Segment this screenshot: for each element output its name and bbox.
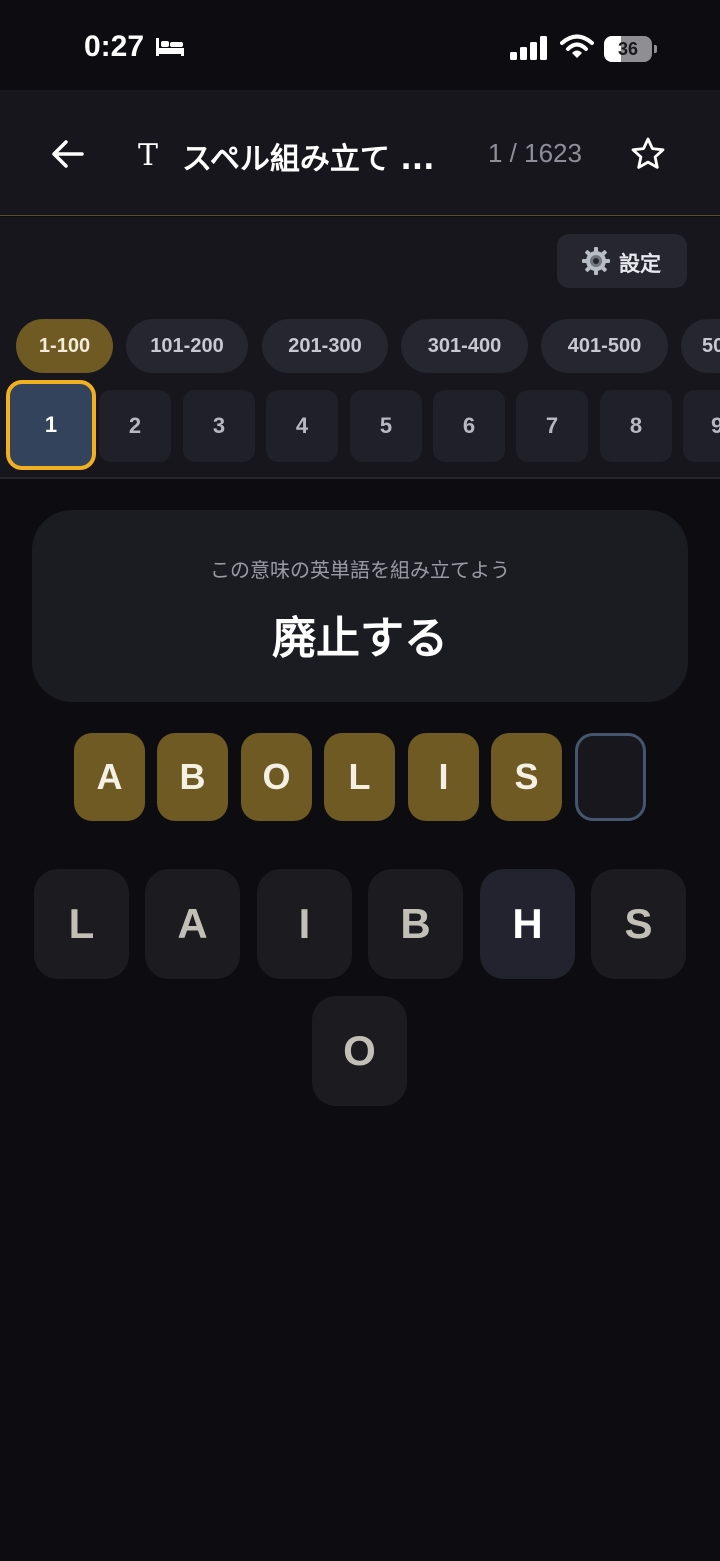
number-chip-2[interactable]: 2 — [99, 390, 171, 462]
prompt-instruction: この意味の英単語を組み立てよう — [210, 558, 510, 582]
text-mode-icon: T — [138, 138, 159, 173]
number-chip-6[interactable]: 6 — [433, 390, 505, 462]
prompt-card: この意味の英単語を組み立てよう 廃止する — [32, 510, 688, 702]
range-chip-501-600[interactable]: 501-600 — [681, 319, 720, 373]
answer-slot-6[interactable]: S — [491, 733, 562, 821]
range-selector: 1-100 101-200 201-300 301-400 401-500 50… — [0, 319, 720, 375]
wifi-icon — [560, 34, 594, 58]
settings-label: 設定 — [619, 252, 661, 276]
answer-slot-empty[interactable] — [575, 733, 646, 821]
number-chip-3[interactable]: 3 — [183, 390, 255, 462]
letter-tile-h[interactable]: H — [480, 869, 575, 979]
sleep-bed-icon — [156, 38, 184, 56]
page-title: スペル組み立て ... — [182, 142, 435, 177]
letter-tile-s[interactable]: S — [591, 869, 686, 979]
cellular-signal-icon — [510, 36, 547, 60]
word-counter: 1 / 1623 — [488, 138, 582, 168]
battery-level: 36 — [617, 39, 639, 59]
number-chip-4[interactable]: 4 — [266, 390, 338, 462]
range-chip-1-100[interactable]: 1-100 — [16, 319, 113, 373]
answer-slot-2[interactable]: B — [157, 733, 228, 821]
answer-slot-5[interactable]: I — [408, 733, 479, 821]
top-app-bar: T スペル組み立て ... 1 / 1623 — [0, 90, 720, 216]
number-chip-5[interactable]: 5 — [350, 390, 422, 462]
range-chip-101-200[interactable]: 101-200 — [126, 319, 248, 373]
status-time: 0:27 — [84, 30, 145, 63]
gear-icon — [582, 247, 610, 275]
range-chip-301-400[interactable]: 301-400 — [401, 319, 528, 373]
letter-tile-b[interactable]: B — [368, 869, 463, 979]
letter-tile-o[interactable]: O — [312, 996, 407, 1106]
settings-button[interactable]: 設定 — [557, 234, 687, 288]
letter-tile-a[interactable]: A — [145, 869, 240, 979]
status-bar: 0:27 36 — [0, 0, 720, 90]
number-chip-7[interactable]: 7 — [516, 390, 588, 462]
answer-slot-3[interactable]: O — [241, 733, 312, 821]
answer-slot-1[interactable]: A — [74, 733, 145, 821]
range-chip-401-500[interactable]: 401-500 — [541, 319, 668, 373]
prompt-meaning: 廃止する — [272, 613, 448, 664]
question-number-selector: 1 2 3 4 5 6 7 8 9 — [0, 380, 720, 472]
number-chip-8[interactable]: 8 — [600, 390, 672, 462]
number-chip-1[interactable]: 1 — [6, 380, 96, 470]
navigation-controls: 設定 1-100 101-200 201-300 301-400 401-500… — [0, 217, 720, 479]
letter-tile-i[interactable]: I — [257, 869, 352, 979]
range-chip-201-300[interactable]: 201-300 — [262, 319, 388, 373]
favorite-star-icon[interactable] — [630, 136, 666, 172]
back-arrow-icon[interactable] — [48, 136, 88, 172]
answer-slot-4[interactable]: L — [324, 733, 395, 821]
number-chip-9[interactable]: 9 — [683, 390, 720, 462]
letter-tile-l[interactable]: L — [34, 869, 129, 979]
battery-indicator: 36 — [604, 36, 657, 62]
